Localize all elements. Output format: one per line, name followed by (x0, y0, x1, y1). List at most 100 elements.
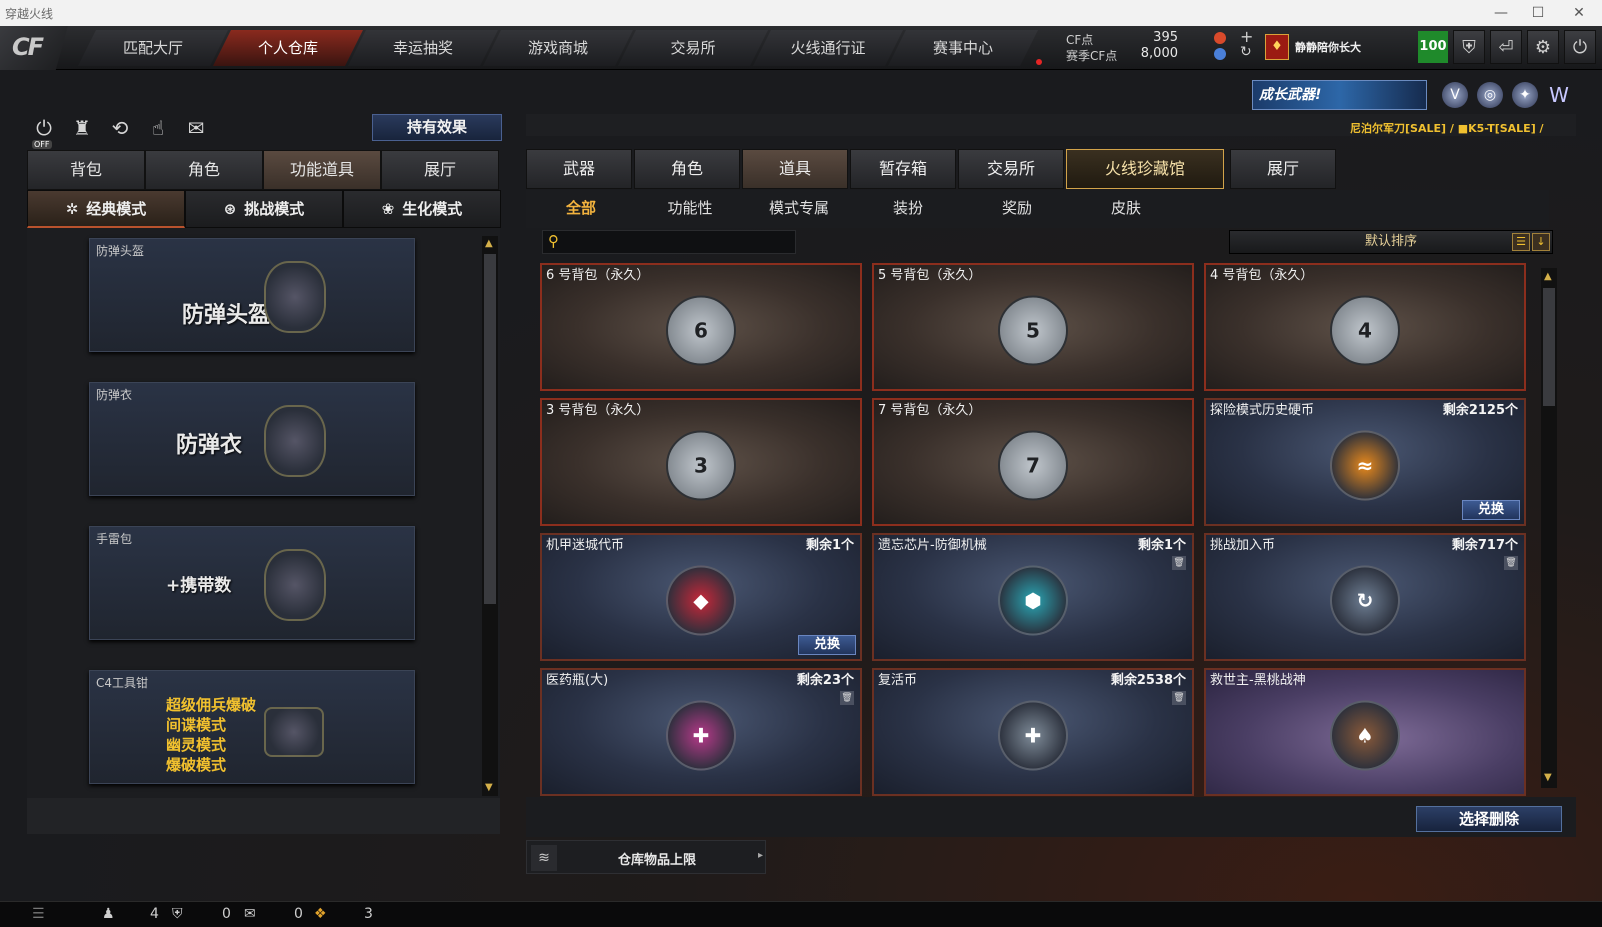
clan-shield-icon[interactable]: ⛨ (172, 906, 183, 922)
item-card[interactable]: 5 号背包（永久） 5 (872, 263, 1194, 391)
left-tab[interactable]: 背包 (27, 150, 145, 190)
capacity-button[interactable]: ≋ 仓库物品上限 ▸ (526, 840, 766, 874)
nav-tab[interactable]: 个人仓库 (213, 30, 363, 66)
gear-icon[interactable]: ⚙ (1527, 30, 1559, 64)
sort-direction-icon[interactable]: ↓ (1532, 233, 1550, 251)
mouse-icon[interactable]: ✉ (182, 114, 210, 142)
category-tab[interactable]: 模式专属 (744, 190, 854, 228)
item-card[interactable]: 4 号背包（永久） 4 (1204, 263, 1526, 391)
mode-icon: ✲ (65, 200, 79, 218)
minimize-button[interactable]: — (1484, 2, 1518, 24)
wings-icon[interactable]: W (1546, 82, 1572, 108)
mode-line: 幽灵模式 (166, 736, 227, 754)
warehouse-tab[interactable]: 交易所 (958, 149, 1064, 189)
crest-icon[interactable]: ✦ (1512, 82, 1538, 108)
item-card[interactable]: 挑战加入币 剩余717个 ↻ 🗑 (1204, 533, 1526, 661)
item-card[interactable]: 6 号背包（永久） 6 (540, 263, 862, 391)
left-item-card[interactable]: 手雷包 +携带数 (89, 526, 415, 640)
scroll-thumb[interactable] (484, 254, 496, 604)
grid-scroll-down-icon[interactable]: ▼ (1544, 772, 1552, 783)
podium-icon[interactable]: ♜ (68, 114, 96, 142)
nav-tab[interactable]: 火线通行证 (753, 30, 903, 66)
item-name: 医药瓶(大) (546, 673, 609, 688)
season-coin-icon (1214, 48, 1226, 60)
nav-tab[interactable]: 匹配大厅 (78, 30, 228, 66)
scroll-down-icon[interactable]: ▼ (485, 782, 493, 793)
redeem-button[interactable]: 兑换 (798, 635, 856, 655)
category-tab[interactable]: 装扮 (853, 190, 963, 228)
close-button[interactable]: ✕ (1562, 2, 1596, 24)
item-card[interactable]: 3 号背包（永久） 3 (540, 398, 862, 526)
left-item-card[interactable]: C4工具钳 超级佣兵爆破 间谍模式 幽灵模式 爆破模式 (89, 670, 415, 784)
scroll-up-icon[interactable]: ▲ (485, 238, 493, 249)
mode-label: 挑战模式 (244, 200, 305, 218)
menu-icon[interactable]: ☰ (32, 906, 45, 922)
item-card[interactable]: 遗忘芯片-防御机械 剩余1个 ⬢ 🗑 (872, 533, 1194, 661)
select-delete-button[interactable]: 选择删除 (1416, 806, 1562, 832)
category-tab[interactable]: 奖励 (962, 190, 1072, 228)
item-card[interactable]: 医药瓶(大) 剩余23个 ✚ 🗑 (540, 668, 862, 796)
item-card[interactable]: 机甲迷城代币 剩余1个 ◆ 兑换 (540, 533, 862, 661)
trash-icon[interactable]: 🗑 (1172, 691, 1186, 705)
warehouse-tab[interactable]: 火线珍藏馆 (1066, 149, 1224, 189)
held-effect-button[interactable]: 持有效果 (372, 114, 502, 141)
warehouse-tab[interactable]: 武器 (526, 149, 632, 189)
history-icon[interactable]: ⟲ (106, 114, 134, 142)
trash-icon[interactable]: 🗑 (840, 691, 854, 705)
sort-dropdown[interactable]: 默认排序 ☰ ↓ (1229, 230, 1553, 254)
maximize-button[interactable]: ☐ (1521, 2, 1555, 24)
gift-icon[interactable]: ❖ (314, 906, 327, 922)
redeem-button[interactable]: 兑换 (1462, 500, 1520, 520)
item-card[interactable]: 复活币 剩余2538个 ✚ 🗑 (872, 668, 1194, 796)
nav-tab[interactable]: 游戏商城 (483, 30, 633, 66)
grid-scroll-up-icon[interactable]: ▲ (1544, 271, 1552, 282)
warehouse-tab[interactable]: 道具 (742, 149, 848, 189)
chat-icon[interactable]: ✉ (244, 906, 256, 922)
mode-tab[interactable]: ⊛ 挑战模式 (185, 190, 343, 228)
hand-icon[interactable]: ☝ (144, 114, 172, 142)
nav-tab[interactable]: 赛事中心 (888, 30, 1038, 66)
mode-tab[interactable]: ❀ 生化模式 (343, 190, 501, 228)
logo-text: CF (12, 33, 44, 61)
left-item-card[interactable]: 防弹衣 防弹衣 (89, 382, 415, 496)
power-icon[interactable]: ⏻ (1564, 30, 1596, 64)
grid-scroll-thumb[interactable] (1543, 288, 1555, 406)
nav-tab[interactable]: 交易所 (618, 30, 768, 66)
list-view-icon[interactable]: ☰ (1512, 233, 1530, 251)
grid-scrollbar[interactable]: ▲ ▼ (1541, 268, 1557, 788)
item-name: 探险模式历史硬币 (1210, 403, 1315, 418)
player-name[interactable]: 静静陪你长大 (1295, 39, 1361, 55)
cf-logo[interactable]: CF (0, 26, 68, 70)
toggle-off-icon[interactable]: ⏻ (30, 114, 58, 142)
vip-icon[interactable]: V (1442, 82, 1468, 108)
bag-icon: 4 (1330, 295, 1400, 366)
sale-ticker[interactable]: 尼泊尔军刀[SALE] / ■K5-T[SALE] / (1350, 120, 1544, 136)
mode-line: 超级佣兵爆破 (166, 696, 257, 714)
search-input[interactable]: ⚲ (542, 230, 796, 254)
left-tab[interactable]: 功能道具 (263, 150, 381, 190)
left-tab[interactable]: 角色 (145, 150, 263, 190)
nav-tab[interactable]: 幸运抽奖 (348, 30, 498, 66)
card-caption: 防弹衣 (176, 433, 243, 458)
mode-tab[interactable]: ✲ 经典模式 (27, 190, 185, 228)
category-tab[interactable]: 功能性 (635, 190, 745, 228)
left-scrollbar[interactable]: ▲ ▼ (482, 236, 498, 796)
category-tab[interactable]: 皮肤 (1071, 190, 1181, 228)
globe-icon[interactable]: ◎ (1477, 82, 1503, 108)
refresh-icon[interactable]: ↻ (1240, 44, 1252, 60)
warehouse-tab[interactable]: 展厅 (1230, 149, 1336, 189)
growth-weapon-banner[interactable]: 成长武器! (1252, 80, 1427, 110)
exit-icon[interactable]: ⏎ (1490, 30, 1522, 64)
warehouse-tab[interactable]: 角色 (634, 149, 740, 189)
warehouse-tab[interactable]: 暂存箱 (850, 149, 956, 189)
left-tab[interactable]: 展厅 (381, 150, 499, 190)
category-tab[interactable]: 全部 (526, 190, 636, 228)
trash-icon[interactable]: 🗑 (1504, 556, 1518, 570)
item-card[interactable]: 救世主-黑桃战神 ♠ (1204, 668, 1526, 796)
friends-icon[interactable]: ♟ (102, 906, 115, 922)
item-card[interactable]: 7 号背包（永久） 7 (872, 398, 1194, 526)
trash-icon[interactable]: 🗑 (1172, 556, 1186, 570)
item-card[interactable]: 探险模式历史硬币 剩余2125个 ≈ 兑换 (1204, 398, 1526, 526)
left-item-card[interactable]: 防弹头盔 防弹头盔 (89, 238, 415, 352)
shield-icon[interactable]: ⛨ (1453, 30, 1485, 64)
